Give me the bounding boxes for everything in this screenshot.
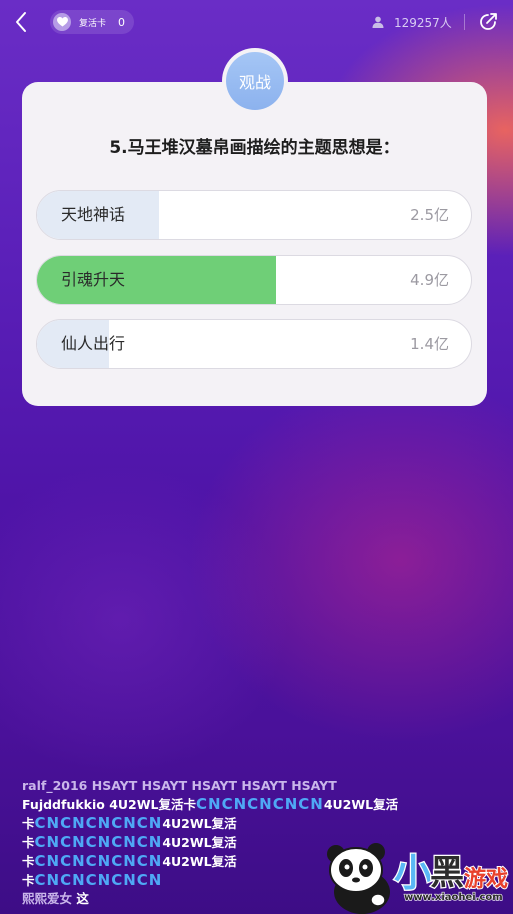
- back-button[interactable]: [8, 8, 36, 36]
- user-icon: [372, 16, 384, 28]
- svg-text:小: 小: [394, 851, 432, 895]
- option-2[interactable]: 引魂升天 4.9亿: [36, 255, 472, 305]
- chat-text: 4U2WL复活: [162, 854, 237, 869]
- question-text: 5.马王堆汉墓帛画描绘的主题思想是：: [109, 138, 400, 158]
- chat-text: HSAYT HSAYT HSAYT HSAYT HSAYT: [91, 778, 337, 793]
- share-icon: [480, 13, 497, 30]
- chat-text: 卡: [22, 816, 35, 831]
- option-1-label: 天地神话: [61, 205, 126, 224]
- chat-text: 4U2WL复活: [162, 835, 237, 850]
- chat-username: 熙熙爱女: [22, 891, 73, 906]
- chat-username: Fujddfukkio: [22, 797, 105, 812]
- divider: [464, 14, 465, 30]
- chat-text: 卡: [22, 873, 35, 888]
- revive-card-badge[interactable]: 复活卡 0: [50, 10, 134, 34]
- option-2-votes: 4.9亿: [410, 271, 449, 289]
- svg-text:www.xiaohei.com: www.xiaohei.com: [404, 892, 503, 902]
- svg-text:黑: 黑: [430, 853, 464, 893]
- heart-icon: [53, 13, 71, 31]
- chat-text: CNCNCNCNCN: [34, 871, 163, 889]
- option-3[interactable]: 仙人出行 1.4亿: [36, 319, 472, 369]
- revive-card-count: 0: [118, 15, 126, 29]
- chat-text: 卡: [22, 854, 35, 869]
- svg-text:游戏: 游戏: [464, 866, 508, 892]
- chat-text: CNCNCNCNCN: [196, 795, 324, 813]
- watermark-logo: 小 黑 游戏 www.xiaohei.com: [318, 842, 513, 914]
- option-1-votes: 2.5亿: [410, 206, 449, 224]
- online-count: 129257人: [372, 12, 465, 32]
- watch-badge: 观战: [226, 52, 284, 110]
- option-2-label: 引魂升天: [61, 270, 126, 289]
- chat-text: 4U2WL复活: [162, 816, 237, 831]
- chat-text: CNCNCNCNCN: [34, 833, 163, 851]
- chat-message: 卡CNCNCNCNCN4U2WL复活: [22, 814, 492, 833]
- online-count-text: 129257人: [394, 15, 452, 30]
- top-bar: 复活卡 0 129257人: [0, 0, 513, 46]
- chat-text: 4U2WL复活: [323, 797, 399, 812]
- logo-lettering: 小 黑 游戏 www.xiaohei.com: [393, 850, 509, 902]
- option-3-votes: 1.4亿: [410, 335, 449, 353]
- chat-message: ralf_2016 HSAYT HSAYT HSAYT HSAYT HSAYT: [22, 777, 492, 795]
- panda-icon: [327, 843, 390, 914]
- chat-text: CNCNCNCNCN: [34, 852, 163, 870]
- chat-text: 这: [76, 891, 89, 906]
- share-button[interactable]: [477, 11, 499, 33]
- chat-text: 卡: [22, 835, 35, 850]
- option-1[interactable]: 天地神话 2.5亿: [36, 190, 472, 240]
- chevron-left-icon: [16, 12, 26, 32]
- chat-text: 4U2WL复活卡: [109, 797, 197, 812]
- revive-card-label: 复活卡: [79, 18, 107, 29]
- chat-username: ralf_2016: [22, 778, 88, 793]
- chat-text: CNCNCNCNCN: [34, 814, 163, 832]
- chat-message: Fujddfukkio 4U2WL复活卡CNCNCNCNCN4U2WL复活: [22, 795, 492, 814]
- option-3-label: 仙人出行: [61, 334, 126, 353]
